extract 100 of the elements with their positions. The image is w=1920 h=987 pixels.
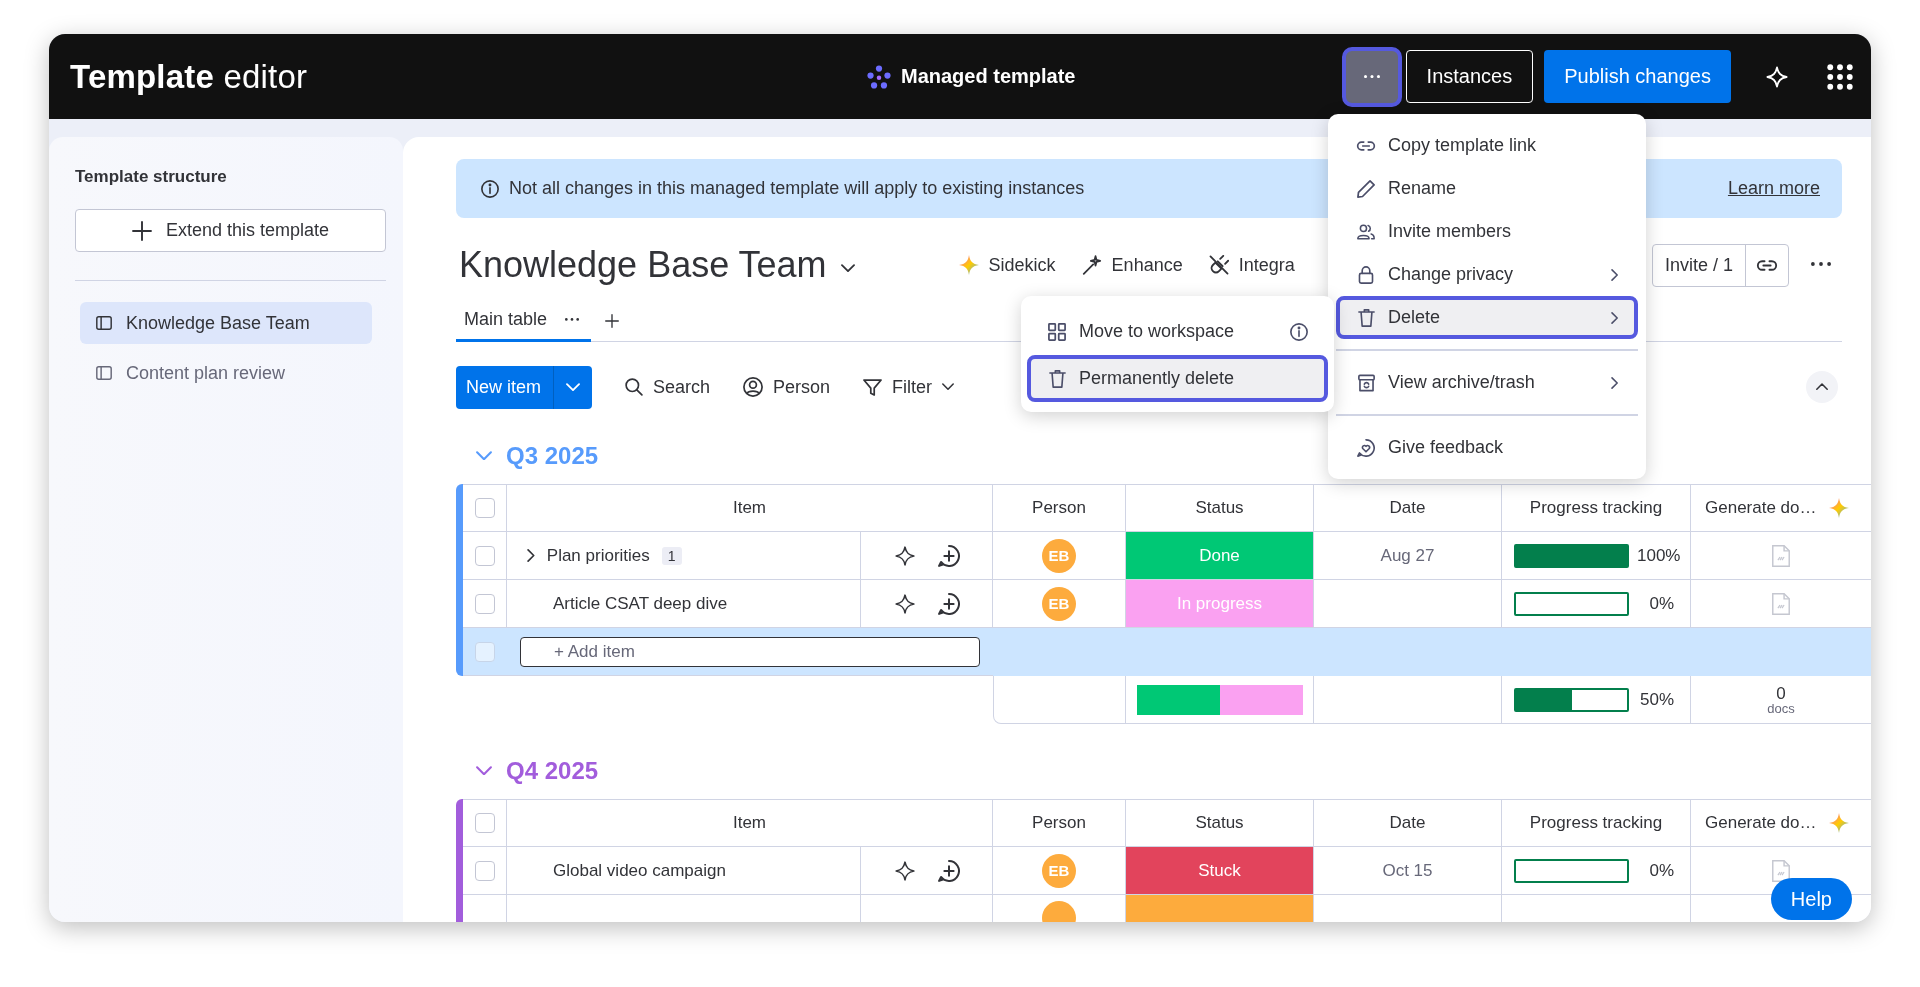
column-header: Person bbox=[1032, 498, 1086, 518]
checkbox[interactable] bbox=[474, 593, 495, 614]
date-cell: Oct 15 bbox=[1382, 860, 1433, 881]
status-label[interactable]: Stuck bbox=[1126, 847, 1314, 895]
menu-item[interactable]: Invite members bbox=[1336, 210, 1638, 253]
info-icon bbox=[481, 179, 499, 198]
progress-reading: 50% bbox=[1638, 689, 1674, 710]
progress-reading: 0% bbox=[1648, 860, 1674, 881]
invite-button[interactable]: Invite / 1 bbox=[1653, 245, 1747, 286]
feedback-icon bbox=[1357, 438, 1375, 457]
avatar: EB bbox=[1042, 853, 1076, 888]
board-more-icon bbox=[1811, 262, 1831, 266]
menu-item[interactable]: View archive/trash bbox=[1336, 361, 1638, 404]
pencil-icon bbox=[1357, 179, 1375, 198]
menu-item[interactable]: Rename bbox=[1336, 167, 1638, 210]
menu-item[interactable]: Change privacy bbox=[1336, 253, 1638, 296]
new-item-button[interactable]: New item bbox=[456, 365, 592, 409]
column-header: Generate do… bbox=[1705, 813, 1817, 833]
item-name[interactable]: Global video campaign bbox=[553, 860, 726, 881]
avatar: EB bbox=[1042, 586, 1076, 621]
view-tab[interactable]: Main table bbox=[456, 300, 592, 342]
checkbox[interactable] bbox=[474, 545, 495, 566]
extend-button[interactable]: Extend this template bbox=[75, 209, 386, 252]
column-header: Generate do… bbox=[1705, 498, 1817, 518]
column-header: Progress tracking bbox=[1529, 498, 1663, 518]
add-update-icon bbox=[937, 859, 960, 882]
board-title: Knowledge Base Team bbox=[459, 244, 827, 286]
column-header: Status bbox=[1195, 813, 1244, 833]
doc-icon bbox=[1772, 544, 1790, 567]
more-icon bbox=[1363, 74, 1380, 79]
board-action[interactable]: Integra bbox=[1208, 254, 1295, 276]
archive-icon bbox=[1357, 373, 1375, 392]
app-title: Template editor bbox=[70, 57, 309, 96]
group-title: Q4 2025 bbox=[506, 756, 599, 785]
expand-icon bbox=[527, 549, 535, 562]
column-header: Item bbox=[732, 498, 767, 518]
tab-more-icon bbox=[565, 318, 580, 321]
date-cell: Aug 27 bbox=[1380, 545, 1435, 566]
learn-more-link[interactable]: Learn more bbox=[1727, 178, 1820, 199]
checkbox[interactable] bbox=[475, 641, 495, 662]
doc-icon bbox=[1772, 592, 1790, 615]
filter-icon bbox=[863, 378, 883, 396]
collapse-icon bbox=[476, 450, 492, 461]
item-name[interactable]: Article CSAT deep dive bbox=[553, 593, 728, 614]
add-update-icon bbox=[937, 544, 960, 567]
checkbox[interactable] bbox=[474, 498, 495, 518]
publish-button[interactable]: Publish changes bbox=[1544, 50, 1731, 103]
checkbox[interactable] bbox=[474, 860, 495, 881]
board-action[interactable]: Sidekick bbox=[958, 254, 1056, 276]
template-icon bbox=[867, 64, 891, 89]
menu-item[interactable]: Move to workspace bbox=[1027, 308, 1328, 355]
ai-sparkle-icon bbox=[1828, 498, 1849, 518]
checkbox[interactable] bbox=[474, 813, 495, 833]
board-icon bbox=[96, 316, 112, 330]
add-update-icon bbox=[937, 592, 960, 615]
link-icon bbox=[1756, 260, 1779, 271]
instances-button[interactable]: Instances bbox=[1405, 50, 1534, 103]
collapse-icon bbox=[476, 765, 492, 776]
dropdown-icon bbox=[566, 382, 580, 392]
toolbar-button[interactable]: Filter bbox=[863, 376, 955, 398]
sidebar-item[interactable]: Content plan review bbox=[80, 352, 372, 394]
sparkle-icon bbox=[893, 592, 916, 615]
progress-reading: 0% bbox=[1648, 593, 1674, 614]
menu-item[interactable]: Permanently delete bbox=[1027, 355, 1328, 402]
column-header: Item bbox=[732, 813, 767, 833]
collapse-button[interactable] bbox=[1806, 371, 1838, 403]
avatar: EB bbox=[1042, 538, 1076, 573]
filter-dropdown-icon bbox=[942, 383, 955, 391]
subitem-count: 1 bbox=[661, 546, 682, 565]
trash-icon bbox=[1357, 308, 1375, 327]
docs-label: docs bbox=[1767, 701, 1795, 715]
board-icon bbox=[96, 366, 112, 380]
invite-control[interactable]: Invite / 1 bbox=[1652, 244, 1790, 287]
column-header: Date bbox=[1389, 813, 1426, 833]
board-action[interactable]: Enhance bbox=[1081, 254, 1183, 276]
add-item-field[interactable]: + Add item bbox=[520, 636, 980, 667]
toolbar-button[interactable]: Search bbox=[625, 376, 711, 398]
progress-reading: 100% bbox=[1637, 545, 1681, 566]
docs-count: 0 bbox=[1776, 684, 1786, 702]
add-view-icon bbox=[605, 313, 620, 328]
grid-icon bbox=[1048, 322, 1066, 341]
person-icon bbox=[743, 377, 764, 397]
plug-icon bbox=[1208, 255, 1229, 275]
plus-icon bbox=[131, 220, 152, 241]
apps-icon bbox=[1827, 63, 1853, 90]
lock-icon bbox=[1358, 265, 1374, 284]
item-name[interactable]: Plan priorities bbox=[546, 545, 650, 566]
sidebar-item[interactable]: Knowledge Base Team bbox=[80, 302, 372, 344]
section-title: Template structure bbox=[75, 167, 227, 187]
wand-icon bbox=[1081, 255, 1102, 275]
column-header: Date bbox=[1389, 498, 1426, 518]
menu-item[interactable]: Give feedback bbox=[1336, 426, 1638, 469]
more-button[interactable] bbox=[1341, 46, 1402, 107]
menu-item[interactable]: Delete bbox=[1336, 296, 1638, 339]
group-title: Q3 2025 bbox=[506, 441, 599, 470]
people-icon bbox=[1357, 222, 1375, 241]
menu-item[interactable]: Copy template link bbox=[1336, 124, 1638, 167]
toolbar-button[interactable]: Person bbox=[743, 376, 831, 398]
sidekick-icon bbox=[958, 255, 979, 275]
column-header: Progress tracking bbox=[1529, 813, 1663, 833]
